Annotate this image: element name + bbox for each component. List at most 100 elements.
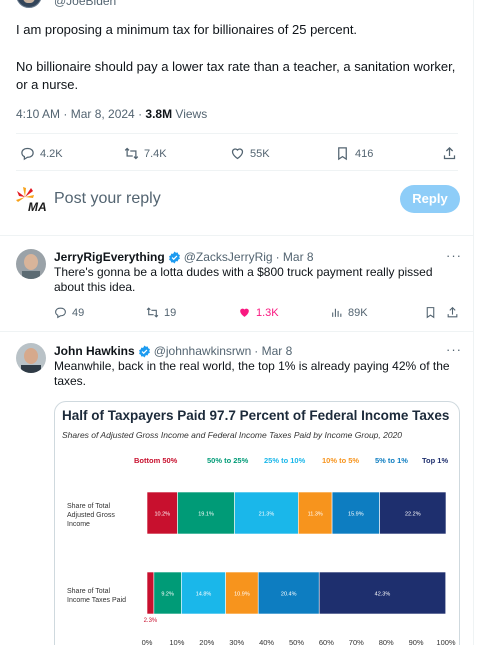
x-tick-label: 80% <box>379 638 394 645</box>
share-icon <box>447 306 458 318</box>
divider <box>0 235 473 236</box>
tweet-meta: 4:10 AM · Mar 8, 2024 · 3.8M Views <box>16 107 207 121</box>
like-count: 1.3K <box>256 306 279 319</box>
repost-icon <box>124 147 139 160</box>
category-label: Income <box>67 521 90 528</box>
author-name[interactable]: John Hawkins <box>54 344 135 358</box>
analytics-icon <box>332 308 342 317</box>
data-label: 15.9% <box>348 512 364 518</box>
legend-item: 50% to 25% <box>207 456 249 465</box>
data-label: 22.2% <box>405 512 421 518</box>
category-label: Income Taxes Paid <box>67 597 126 604</box>
x-tick-label: 30% <box>229 638 244 645</box>
bookmark-count: 416 <box>355 147 374 160</box>
x-tick-label: 10% <box>169 638 184 645</box>
avatar-photo <box>16 249 46 279</box>
x-tick-label: 20% <box>199 638 214 645</box>
divider <box>0 331 473 332</box>
data-label: 14.8% <box>196 592 212 598</box>
verified-badge-icon <box>138 345 150 357</box>
author-name[interactable]: JerryRigEverything <box>54 250 165 264</box>
legend-item: Top 1% <box>422 456 448 465</box>
stacked-bar-chart: Bottom 50% 50% to 25% 25% to 10% 10% to 5% 5… <box>67 456 456 645</box>
data-label: 10.2% <box>154 512 170 518</box>
repost-count: 7.4K <box>144 147 167 160</box>
views-button[interactable]: 89K <box>330 306 368 319</box>
reply-header: John Hawkins @johnhawkinsrwn · Mar 8 <box>54 344 292 358</box>
bookmark-icon <box>338 147 347 161</box>
reply-count: 49 <box>72 306 85 319</box>
avatar[interactable] <box>16 343 46 373</box>
reply-text: Meanwhile, back in the real world, the t… <box>54 359 450 388</box>
data-label: 20.4% <box>281 592 297 598</box>
reply-text: There's gonna be a lotta dudes with a $8… <box>54 265 433 294</box>
legend-item: 5% to 1% <box>375 456 408 465</box>
view-count: 3.8M <box>145 107 173 121</box>
tweet-timestamp[interactable]: 4:10 AM · Mar 8, 2024 · <box>16 107 145 121</box>
bookmark-icon <box>426 307 435 319</box>
reply-actions: 49 19 1.3K 89K <box>0 306 473 324</box>
author-handle[interactable]: @JoeBiden <box>54 0 116 8</box>
like-button[interactable]: 55K <box>230 146 270 161</box>
share-button[interactable] <box>442 146 457 161</box>
legend-item: Bottom 50% <box>134 456 178 465</box>
reply-count: 4.2K <box>40 147 63 160</box>
like-count: 55K <box>250 147 270 160</box>
tweet-text-line1: I am proposing a minimum tax for billion… <box>16 22 358 37</box>
tweet-actions: 4.2K 7.4K 55K 416 <box>0 143 473 165</box>
data-label: 2.3% <box>144 618 158 624</box>
avatar[interactable] <box>16 0 42 8</box>
x-tick-label: 70% <box>349 638 364 645</box>
data-label: 9.2% <box>161 592 174 598</box>
data-label: 42.3% <box>375 592 391 598</box>
user-logo-icon[interactable]: MA <box>16 187 48 213</box>
reply-date[interactable]: · Mar 8 <box>276 250 314 264</box>
repost-button[interactable]: 7.4K <box>124 146 167 161</box>
heart-icon <box>240 308 249 317</box>
x-tick-label: 90% <box>409 638 424 645</box>
category-label: Adjusted Gross <box>67 512 115 519</box>
repost-button[interactable]: 19 <box>146 306 176 319</box>
reply-input[interactable]: Post your reply <box>54 190 161 208</box>
x-tick-label: 60% <box>319 638 334 645</box>
share-icon <box>443 146 456 160</box>
bookmark-button[interactable] <box>424 306 437 319</box>
avatar-photo <box>16 343 46 373</box>
repost-icon <box>146 307 159 318</box>
legend-item: 25% to 10% <box>264 456 306 465</box>
tweet-text-line2: No billionaire should pay a lower tax ra… <box>16 59 456 92</box>
divider <box>16 133 458 134</box>
data-label: 21.3% <box>259 512 275 518</box>
reply-submit-button[interactable]: Reply <box>400 185 460 213</box>
more-options-icon[interactable]: ··· <box>446 342 462 357</box>
like-button[interactable]: 1.3K <box>238 306 279 319</box>
svg-text:MA: MA <box>28 200 47 213</box>
chart-image[interactable]: Half of Taxpayers Paid 97.7 Percent of F… <box>54 401 460 645</box>
data-label: 19.1% <box>198 512 214 518</box>
x-tick-label: 50% <box>289 638 304 645</box>
data-label: 10.9% <box>234 592 250 598</box>
reply-composer: MA Post your reply Reply <box>0 180 473 226</box>
verified-badge-icon <box>168 251 180 263</box>
legend-item: 10% to 5% <box>322 456 359 465</box>
views-label: Views <box>172 107 208 121</box>
category-label: Share of Total <box>67 588 111 595</box>
repost-count: 19 <box>164 306 177 319</box>
reply-button[interactable]: 4.2K <box>20 146 63 161</box>
heart-icon <box>231 148 244 160</box>
author-handle[interactable]: @johnhawkinsrwn <box>154 344 252 358</box>
tweet-thread: @JoeBiden I am proposing a minimum tax f… <box>0 0 474 645</box>
avatar[interactable] <box>16 249 46 279</box>
x-tick-label: 100% <box>436 638 456 645</box>
author-handle[interactable]: @ZacksJerryRig <box>184 250 273 264</box>
reply-button[interactable]: 49 <box>54 306 84 319</box>
reply-icon <box>21 147 34 161</box>
bookmark-button[interactable]: 416 <box>335 146 373 161</box>
divider <box>16 170 458 171</box>
reply-date[interactable]: · Mar 8 <box>254 344 292 358</box>
share-button[interactable] <box>446 306 459 319</box>
reply-icon <box>55 307 66 319</box>
data-label: 11.3% <box>308 512 323 518</box>
x-tick-label: 0% <box>142 638 153 645</box>
more-options-icon[interactable]: ··· <box>446 248 462 263</box>
